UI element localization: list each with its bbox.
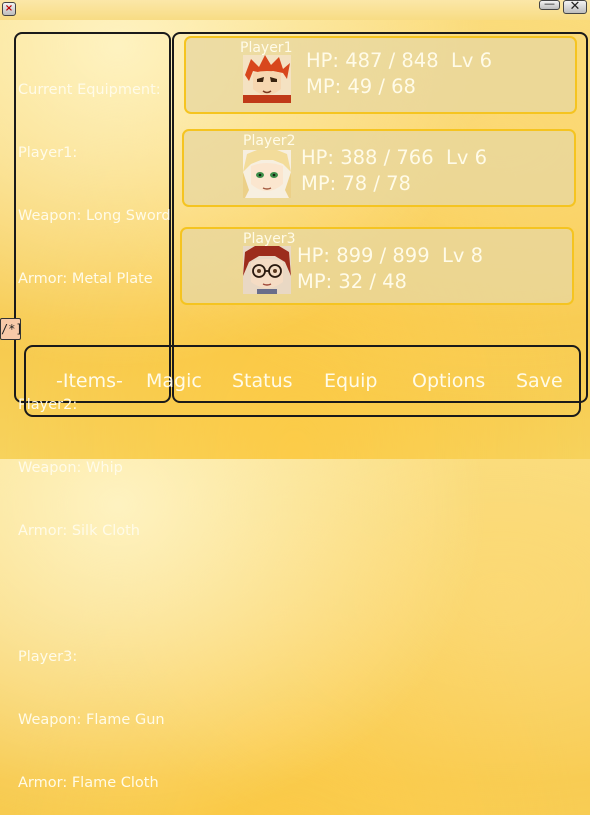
minimize-button[interactable]: —	[539, 0, 560, 10]
equipment-spacer	[18, 584, 171, 605]
equipment-armor: Armor: Silk Cloth	[18, 523, 140, 539]
title-bar	[0, 0, 590, 20]
side-tag: /*]	[0, 318, 23, 340]
equipment-heading: Current Equipment:	[18, 82, 161, 98]
close-button[interactable]: ✕	[563, 0, 587, 14]
equipment-player-name: Player3:	[18, 649, 78, 665]
menu-item-status[interactable]: Status	[232, 369, 293, 393]
equipment-weapon: Weapon: Flame Gun	[18, 712, 165, 728]
party-member-name: Player1	[240, 40, 293, 56]
menu-item-options[interactable]: Options	[412, 369, 485, 393]
hp-level-readout: HP: 388 / 766 Lv 6	[301, 146, 488, 169]
mp-readout: MP: 78 / 78	[301, 172, 411, 195]
mp-readout: MP: 32 / 48	[297, 270, 407, 293]
blonde-green-eyed-portrait-icon	[243, 150, 291, 198]
hp-level-readout: HP: 899 / 899 Lv 8	[297, 244, 484, 267]
equipment-armor: Armor: Flame Cloth	[18, 775, 159, 791]
equipment-armor: Armor: Metal Plate	[18, 271, 153, 287]
party-member-name: Player2	[243, 133, 296, 149]
mp-readout: MP: 49 / 68	[306, 75, 416, 98]
menu-item-items[interactable]: -Items-	[56, 369, 123, 393]
equipment-list: Current Equipment: Player1: Weapon: Long…	[18, 38, 171, 815]
menu-item-magic[interactable]: Magic	[146, 369, 202, 393]
red-haired-glasses-portrait-icon	[243, 246, 291, 294]
equipment-player-name: Player1:	[18, 145, 78, 161]
equipment-weapon: Weapon: Long Sword	[18, 208, 171, 224]
menu-item-save[interactable]: Save	[516, 369, 563, 393]
party-member-name: Player3	[243, 231, 296, 247]
menu-item-equip[interactable]: Equip	[324, 369, 377, 393]
hp-level-readout: HP: 487 / 848 Lv 6	[306, 49, 493, 72]
equipment-weapon: Weapon: Whip	[18, 460, 123, 476]
red-haired-hero-portrait-icon	[243, 55, 291, 103]
close-icon[interactable]: ×	[2, 2, 16, 16]
